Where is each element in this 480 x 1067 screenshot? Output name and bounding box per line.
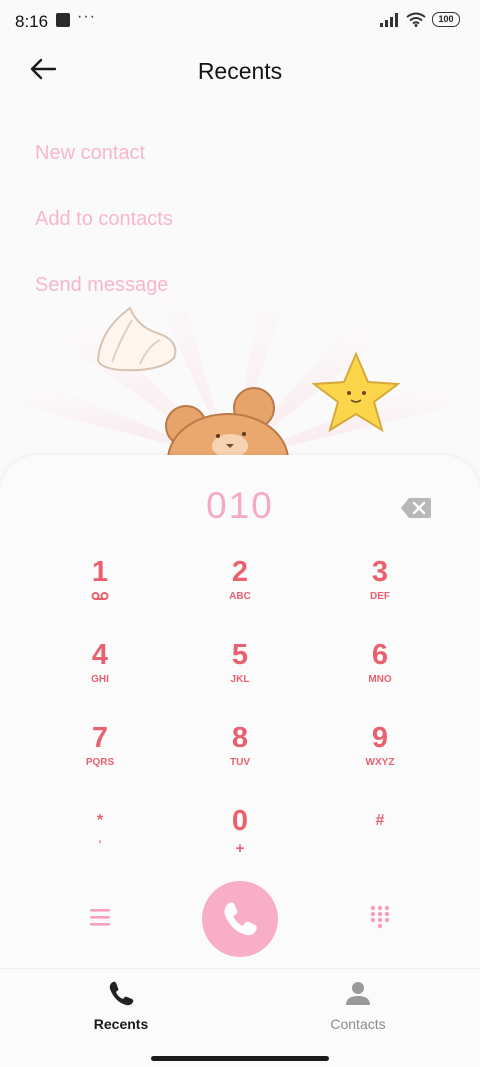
more-dots-icon: ··· — [77, 8, 96, 25]
key-digit: # — [375, 812, 385, 829]
key-8[interactable]: 8 TUV — [180, 721, 300, 791]
call-button[interactable] — [202, 881, 278, 957]
key-0[interactable]: 0 + — [180, 804, 300, 874]
keypad-toggle-button[interactable] — [364, 901, 396, 933]
key-digit: 2 — [231, 556, 249, 588]
signal-icon — [380, 12, 398, 27]
notification-square-icon — [56, 13, 70, 27]
backspace-icon — [401, 498, 431, 518]
backspace-button[interactable] — [400, 497, 432, 519]
key-digit: * — [96, 812, 104, 829]
meringue-illustration — [96, 306, 177, 372]
battery-icon: 100 — [432, 12, 460, 27]
key-digit: 3 — [371, 556, 389, 588]
wallpaper-illustration — [0, 250, 480, 480]
phone-icon — [109, 981, 134, 1006]
new-contact-option[interactable]: New contact — [35, 142, 145, 165]
menu-lines-icon — [90, 909, 110, 926]
phone-icon — [224, 902, 257, 936]
key-digit: 4 — [91, 639, 109, 671]
key-letters: MNO — [368, 674, 392, 685]
key-letters: WXYZ — [365, 757, 395, 768]
key-letters: PQRS — [85, 757, 115, 768]
key-digit: 5 — [231, 639, 249, 671]
key-2[interactable]: 2 ABC — [180, 555, 300, 625]
key-digit: 8 — [231, 722, 249, 754]
nav-recents[interactable]: Recents — [61, 979, 181, 1032]
key-1[interactable]: 1 — [40, 555, 160, 625]
home-indicator[interactable] — [151, 1056, 329, 1061]
key-digit: 6 — [371, 639, 389, 671]
nav-label: Recents — [93, 1016, 149, 1032]
page-title: Recents — [197, 58, 283, 84]
key-digit: 7 — [91, 722, 109, 754]
wifi-icon — [406, 12, 426, 27]
keypad-dots-icon — [370, 905, 390, 929]
voicemail-icon — [40, 591, 160, 605]
key-letters — [320, 834, 440, 848]
header: Recents — [0, 44, 480, 100]
key-letters: TUV — [230, 757, 250, 768]
nav-label: Contacts — [330, 1016, 386, 1032]
add-to-contacts-option[interactable]: Add to contacts — [35, 208, 173, 231]
key-digit: 0 — [231, 805, 249, 837]
bottom-nav: Recents Contacts — [0, 968, 480, 1067]
nav-contacts[interactable]: Contacts — [298, 979, 418, 1032]
menu-button[interactable] — [84, 901, 116, 933]
key-7[interactable]: 7 PQRS — [40, 721, 160, 791]
key-letters: , — [98, 834, 102, 845]
status-bar: 8:16 ··· 100 — [0, 0, 480, 44]
key-letters: DEF — [370, 591, 390, 602]
key-star[interactable]: * , — [40, 804, 160, 874]
key-letters: ABC — [229, 591, 251, 602]
key-4[interactable]: 4 GHI — [40, 638, 160, 708]
key-3[interactable]: 3 DEF — [320, 555, 440, 625]
status-icons: 100 — [380, 12, 460, 27]
key-letters: JKL — [230, 674, 250, 685]
key-6[interactable]: 6 MNO — [320, 638, 440, 708]
key-hash[interactable]: # — [320, 804, 440, 874]
dialer-screen: 8:16 ··· 100 Recents New contact Add to … — [0, 0, 480, 1067]
key-digit: 1 — [91, 556, 109, 588]
person-icon — [346, 982, 370, 1005]
key-letters: + — [235, 840, 245, 857]
status-time: 8:16 — [15, 12, 49, 31]
key-digit: 9 — [371, 722, 389, 754]
key-letters: GHI — [91, 674, 109, 685]
key-9[interactable]: 9 WXYZ — [320, 721, 440, 791]
key-5[interactable]: 5 JKL — [180, 638, 300, 708]
